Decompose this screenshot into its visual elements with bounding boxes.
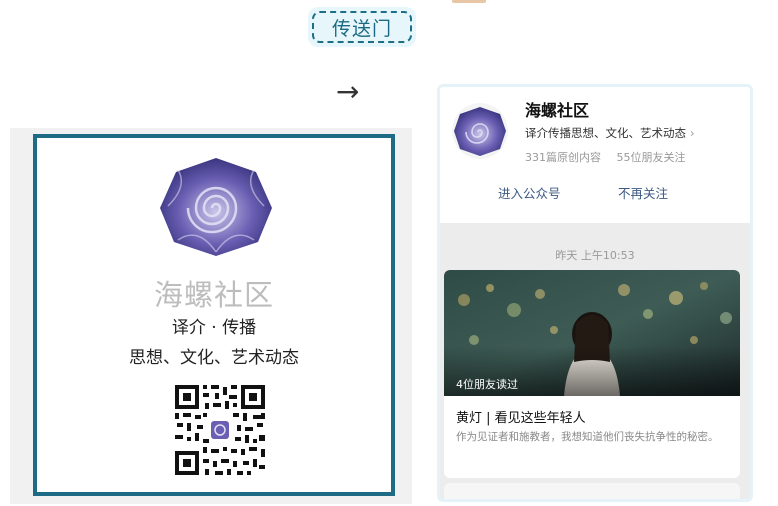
enter-account-button[interactable]: 进入公众号: [498, 183, 561, 202]
account-description[interactable]: 译介传播思想、文化、艺术动态 ›: [525, 125, 695, 141]
avatar[interactable]: [452, 103, 508, 159]
account-stats: 331篇原创内容 55位朋友关注: [525, 149, 686, 165]
portal-badge: 传送门: [308, 7, 416, 47]
unfollow-button[interactable]: 不再关注: [618, 183, 668, 202]
promo-card: 海螺社区 译介 · 传播 思想、文化、艺术动态: [33, 134, 395, 496]
original-count: 331篇原创内容: [525, 151, 601, 164]
right-arrow-icon: →: [336, 75, 360, 108]
portal-badge-label: 传送门: [312, 11, 412, 43]
top-decoration: [452, 0, 486, 3]
account-name[interactable]: 海螺社区: [525, 97, 589, 121]
friends-following: 55位朋友关注: [616, 151, 686, 164]
account-preview-card: 海螺社区 译介传播思想、文化、艺术动态 › 331篇原创内容 55位朋友关注 进入…: [437, 84, 753, 502]
article-description: 作为见证者和施教者，我想知道他们丧失抗争性的秘密。: [456, 431, 719, 443]
promo-tagline: 译介 · 传播: [171, 318, 257, 338]
qr-code-icon[interactable]: [173, 383, 267, 477]
friends-read-label: 4位朋友读过: [456, 378, 518, 391]
account-header: 海螺社区 译介传播思想、文化、艺术动态 › 331篇原创内容 55位朋友关注 进入…: [440, 87, 750, 223]
feed-timestamp: 昨天 上午10:53: [555, 249, 635, 262]
promo-title: 海螺社区: [153, 278, 274, 312]
article-title[interactable]: 黄灯 | 看见这些年轻人: [456, 407, 586, 426]
spiral-shell-logo-icon: [160, 158, 272, 256]
chevron-right-icon: ›: [690, 126, 695, 140]
next-card-peek: [444, 483, 740, 499]
account-description-text: 译介传播思想、文化、艺术动态: [525, 126, 686, 140]
promo-subtitle: 思想、文化、艺术动态: [129, 348, 299, 368]
article-card[interactable]: 4位朋友读过 黄灯 | 看见这些年轻人 作为见证者和施教者，我想知道他们丧失抗争…: [444, 270, 740, 478]
